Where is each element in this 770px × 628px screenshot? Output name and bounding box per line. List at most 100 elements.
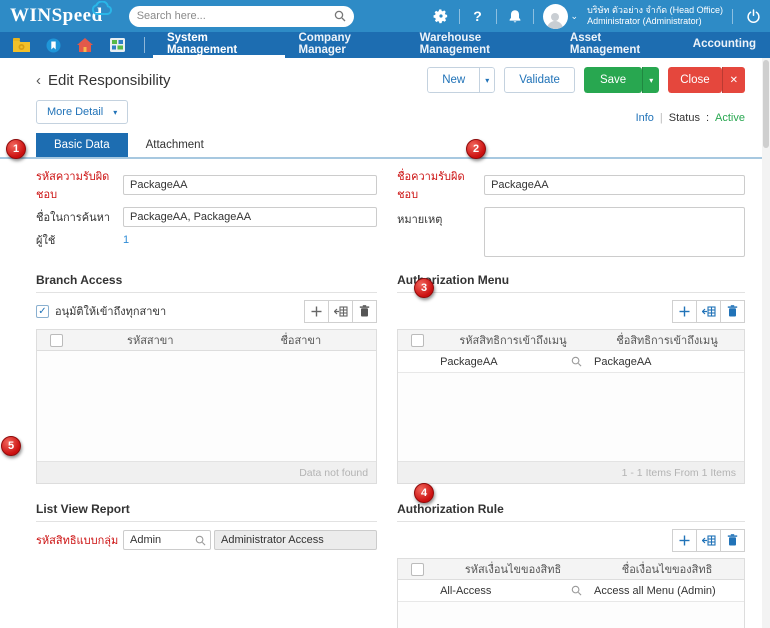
users-count-link[interactable]: 1 [123, 234, 129, 246]
more-detail-button[interactable]: More Detail ▾ [36, 100, 128, 124]
save-dropdown-caret-icon[interactable]: ▾ [642, 67, 659, 93]
branch-delete-trash-icon[interactable] [352, 300, 377, 323]
branch-code-column-header: รหัสสาขา [75, 331, 226, 349]
auth-rule-select-from-list-icon[interactable] [696, 529, 721, 552]
auth-rule-row[interactable]: All-Access Access all Menu (Admin) [398, 580, 744, 602]
auth-menu-table-footer: 1 - 1 Items From 1 Items [398, 461, 744, 483]
logout-power-icon[interactable] [744, 7, 762, 25]
auth-rule-table-header: รหัสเงื่อนไขของสิทธิ ชื่อเงื่อนไขของสิทธ… [398, 559, 744, 580]
nav-item-company-manager[interactable]: Company Manager [285, 32, 406, 58]
list-view-report-row: รหัสสิทธิแบบกลุ่ม Admin Administrator Ac… [36, 530, 377, 550]
info-link[interactable]: Info [636, 112, 654, 124]
nav-item-warehouse-management[interactable]: Warehouse Management [406, 32, 556, 58]
new-split-button: New ▾ [427, 67, 495, 93]
back-chevron-icon[interactable]: ‹ [36, 72, 41, 89]
branch-table-header: รหัสสาขา ชื่อสาขา [37, 330, 376, 351]
chevron-down-icon: ⌄ [571, 11, 579, 22]
nav-item-accounting[interactable]: Accounting [679, 32, 770, 58]
vertical-scrollbar[interactable] [762, 58, 770, 628]
status-badge: Active [715, 112, 745, 124]
search-input[interactable] [137, 10, 334, 22]
page-header: ‹ Edit Responsibility New ▾ Validate Sav… [0, 58, 770, 93]
tab-bar: Basic Data Attachment [0, 133, 770, 159]
close-button[interactable]: Close [668, 67, 721, 93]
remark-textarea[interactable] [484, 207, 745, 257]
nav-item-asset-management[interactable]: Asset Management [556, 32, 679, 58]
auth-menu-row-code: PackageAA [440, 356, 571, 368]
dashboard-grid-icon[interactable] [108, 38, 126, 53]
branch-access-table: รหัสสาขา ชื่อสาขา Data not found [36, 329, 377, 484]
all-branch-checkbox[interactable]: ✓ [36, 305, 49, 318]
all-branch-checkbox-label: อนุมัติให้เข้าถึงทุกสาขา [55, 302, 166, 320]
user-menu[interactable]: ⌄ [543, 4, 579, 29]
responsibility-code-input[interactable] [123, 175, 377, 195]
branch-table-footer: Data not found [37, 461, 376, 483]
tab-attachment[interactable]: Attachment [128, 133, 222, 157]
authorization-menu-table: รหัสสิทธิการเข้าถึงเมนู ชื่อสิทธิการเข้า… [397, 329, 745, 484]
scrollbar-thumb[interactable] [763, 60, 769, 148]
auth-menu-row[interactable]: PackageAA PackageAA [398, 351, 744, 373]
authorization-menu-toolbar [397, 299, 745, 323]
responsibility-code-label: รหัสความรับผิดชอบ [36, 167, 123, 203]
search-lookup-icon[interactable] [195, 535, 206, 546]
nav-menu: System Management Company Manager Wareho… [153, 32, 770, 58]
status-colon: : [706, 112, 709, 124]
responsibility-name-input[interactable] [484, 175, 745, 195]
topbar-separator [496, 9, 497, 24]
auth-rule-select-all-checkbox[interactable] [411, 563, 424, 576]
authorization-rule-table: รหัสเงื่อนไขของสิทธิ ชื่อเงื่อนไขของสิทธ… [397, 558, 745, 628]
group-permission-name-readonly: Administrator Access [214, 530, 377, 550]
notifications-bell-icon[interactable] [506, 7, 524, 25]
remark-label: หมายเหตุ [397, 207, 484, 228]
help-icon[interactable]: ? [469, 7, 487, 25]
user-info: บริษัท ตัวอย่าง จำกัด (Head Office) Admi… [587, 5, 723, 27]
authorization-rule-title: Authorization Rule [397, 496, 745, 522]
search-icon[interactable] [334, 10, 346, 22]
branch-select-from-list-icon[interactable] [328, 300, 353, 323]
auth-menu-name-column-header: ชื่อสิทธิการเข้าถึงเมนู [590, 331, 744, 349]
auth-rule-row-code: All-Access [440, 585, 571, 597]
search-lookup-icon[interactable] [571, 356, 582, 367]
new-button[interactable]: New [427, 67, 479, 93]
save-button[interactable]: Save [584, 67, 642, 93]
annotation-circle-4: 4 [414, 483, 434, 503]
page-title: Edit Responsibility [48, 72, 171, 89]
close-x-icon[interactable]: ✕ [722, 67, 745, 93]
home-icon[interactable] [76, 38, 94, 53]
auth-menu-select-from-list-icon[interactable] [696, 300, 721, 323]
tab-basic-data[interactable]: Basic Data [36, 133, 128, 157]
action-buttons: New ▾ Validate Save ▾ Close ✕ [427, 67, 745, 93]
validate-button[interactable]: Validate [504, 67, 575, 93]
new-dropdown-caret-icon[interactable]: ▾ [479, 67, 495, 93]
auth-rule-delete-trash-icon[interactable] [720, 529, 745, 552]
folder-settings-icon[interactable] [12, 38, 30, 53]
user-role: Administrator (Administrator) [587, 16, 723, 27]
user-company: บริษัท ตัวอย่าง จำกัด (Head Office) [587, 5, 723, 16]
search-lookup-icon[interactable] [571, 585, 582, 596]
auth-rule-name-column-header: ชื่อเงื่อนไขของสิทธิ [590, 560, 744, 578]
group-permission-code-value: Admin [130, 534, 195, 546]
branch-table-body [37, 351, 376, 461]
authorization-rule-toolbar [397, 528, 745, 552]
app-logo-text: WINSpeed [10, 5, 103, 26]
app-logo: WINSpeed [10, 5, 103, 27]
branch-select-all-checkbox[interactable] [50, 334, 63, 347]
auth-menu-delete-trash-icon[interactable] [720, 300, 745, 323]
search-name-input[interactable] [123, 207, 377, 227]
auth-menu-add-button[interactable] [672, 300, 697, 323]
annotation-circle-1: 1 [6, 139, 26, 159]
group-permission-code-label: รหัสสิทธิแบบกลุ่ม [36, 531, 123, 549]
cloud-icon [91, 1, 113, 15]
auth-menu-select-all-checkbox[interactable] [411, 334, 424, 347]
more-detail-label: More Detail [47, 106, 103, 118]
bookmark-badge-icon[interactable] [44, 38, 62, 53]
basic-data-form: รหัสความรับผิดชอบ ชื่อในการค้นหา ผู้ใช้ … [0, 159, 770, 261]
form-left-column: รหัสความรับผิดชอบ ชื่อในการค้นหา ผู้ใช้ … [36, 167, 377, 261]
nav-divider [144, 37, 145, 53]
settings-gear-icon[interactable] [432, 7, 450, 25]
group-permission-code-field[interactable]: Admin [123, 530, 211, 550]
auth-rule-add-button[interactable] [672, 529, 697, 552]
nav-item-system-management[interactable]: System Management [153, 32, 285, 58]
branch-add-button[interactable] [304, 300, 329, 323]
sections-grid: Branch Access ✓ อนุมัติให้เข้าถึงทุกสาขา [0, 261, 770, 628]
